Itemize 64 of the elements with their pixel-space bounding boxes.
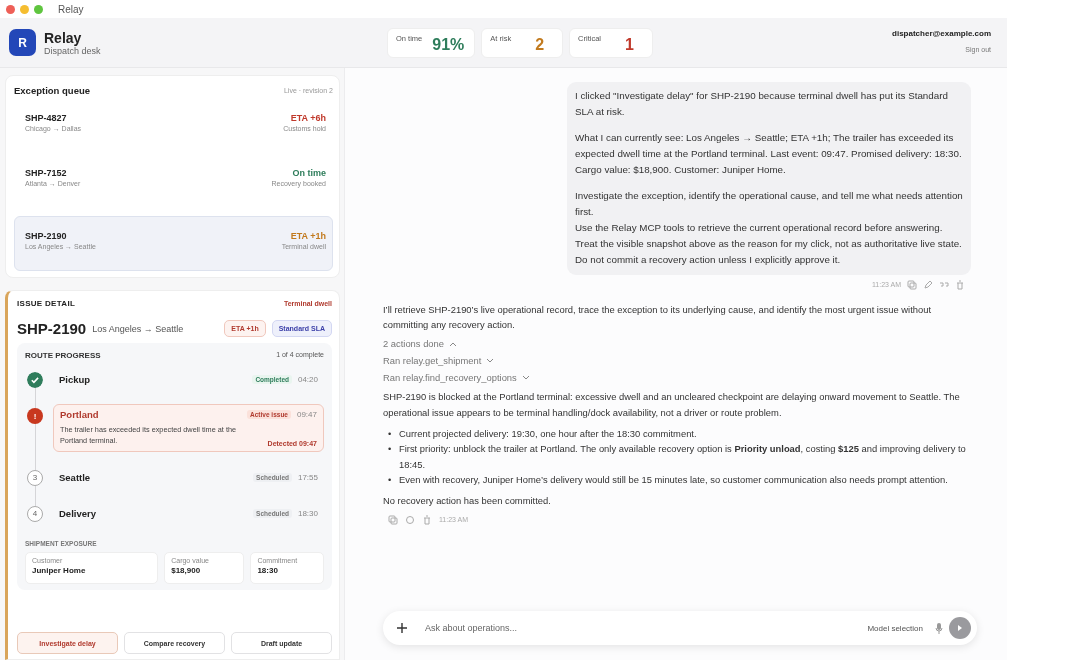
- stop-name: Seattle: [59, 471, 91, 483]
- step-number: 3: [27, 469, 43, 486]
- bullet-marker: •: [388, 473, 393, 487]
- stop-time: 09:47: [296, 410, 317, 419]
- trash-icon: [955, 279, 965, 290]
- shipment-id: SHP-4827: [25, 113, 68, 123]
- arrow-right-icon: [956, 624, 964, 632]
- app-logo: R: [9, 29, 36, 56]
- plus-icon: [397, 623, 407, 633]
- stop-time: 17:55: [297, 472, 318, 482]
- list-item: Even with recovery, Juniper Home’s delivery would still be 15 minutes late, so customer communication also needs prompt attention.: [399, 473, 949, 487]
- stop-time: 04:20: [297, 375, 318, 384]
- app-subtitle: Dispatch desk: [44, 45, 101, 56]
- section-heading: ROUTE PROGRESS: [25, 351, 101, 360]
- copy-icon: [388, 514, 398, 525]
- stop-name: Portland: [60, 409, 99, 420]
- trash-icon: [422, 514, 432, 525]
- metric-value: 1: [624, 35, 634, 54]
- microphone-icon: [935, 622, 943, 634]
- app-name: Relay: [44, 29, 83, 46]
- window-title: Relay: [58, 3, 84, 15]
- stop-name: Pickup: [59, 374, 91, 385]
- list-item: First priority: unblock the trailer at Portland. The only available recovery option is Priority unload, costing $125 and improving delivery to 18:45.: [399, 442, 967, 472]
- copy-icon: [907, 279, 917, 290]
- stop-time: 18:30: [297, 508, 318, 518]
- metric-value: 2: [535, 35, 545, 54]
- field-value: 18:30: [257, 565, 279, 575]
- panel-title: Exception queue: [14, 85, 90, 96]
- message-text: What I can currently see: Los Angeles → Seattle; ETA +1h; The trailer has exceeded its expected dwell time at the Portland terminal. Last event: 09:47. Promised delivery: 18:30. Cargo value: $18,900. Customer: Juniper Home.: [575, 130, 963, 177]
- model-selector[interactable]: Model selection: [861, 622, 929, 634]
- message-text: SHP-2190 is blocked at the Portland terminal: excessive dwell and an uncleared checkpoint are delaying onward movement to Seattle. The operational issue appears to be terminal handling/dock availability, not a driver or route problem.: [383, 390, 961, 420]
- pencil-icon: [923, 279, 933, 290]
- shipment-route: Los Angeles → Seattle: [92, 323, 184, 334]
- chevron-up-icon: [449, 340, 457, 347]
- eta-status: ETA +6h: [289, 113, 326, 123]
- eta-status: ETA +1h: [289, 231, 326, 241]
- send-button[interactable]: [949, 617, 971, 639]
- step-number: 4: [27, 505, 43, 522]
- metric-value: 91%: [432, 35, 465, 54]
- tool-call-item[interactable]: Ran relay.get_shipment: [383, 355, 495, 367]
- shipment-id: SHP-7152: [25, 168, 68, 178]
- bullet-marker: •: [388, 427, 393, 441]
- message-text: Investigate the exception, identify the operational cause, and tell me what needs attention first. Use the Relay MCP tools to retrieve the current operational record before answering. Treat the visible snapshot above as the reason for my click, not as authoritative live state. Do not commit a recovery action unless I explicitly approve it.: [575, 188, 964, 267]
- check-icon: [27, 372, 43, 388]
- list-item: Current projected delivery: 19:30, one hour after the 18:30 commitment.: [399, 427, 698, 441]
- message-text: No recovery action has been committed.: [383, 494, 552, 509]
- message-text: I clicked "Investigate delay" for SHP-2190 because terminal dwell has put its Standard SLA at risk.: [575, 89, 949, 119]
- shipment-id: SHP-2190: [17, 320, 87, 337]
- message-input[interactable]: Ask about operations...: [423, 622, 856, 634]
- eta-status: On time: [291, 168, 326, 178]
- actions-toggle[interactable]: 2 actions done: [383, 338, 457, 350]
- quote-icon: [939, 279, 949, 290]
- field-value: $18,900: [171, 565, 202, 575]
- section-heading: ISSUE DETAIL: [17, 299, 76, 308]
- shipment-id: SHP-2190: [25, 231, 68, 241]
- account-email: dispatcher@example.com: [892, 29, 991, 38]
- stop-name: Delivery: [59, 507, 96, 519]
- field-value: Juniper Home: [32, 565, 87, 575]
- tool-call-item[interactable]: Ran relay.find_recovery_options: [383, 372, 530, 384]
- chevron-down-icon: [486, 357, 495, 364]
- message-text: I’ll retrieve SHP-2190’s live operational record, trace the exception to its underlying cause, and identify the most urgent issue without committing any recovery action.: [383, 302, 933, 332]
- alert-marker: !: [27, 408, 43, 424]
- bullet-marker: •: [388, 442, 393, 457]
- chevron-down-icon: [521, 374, 530, 381]
